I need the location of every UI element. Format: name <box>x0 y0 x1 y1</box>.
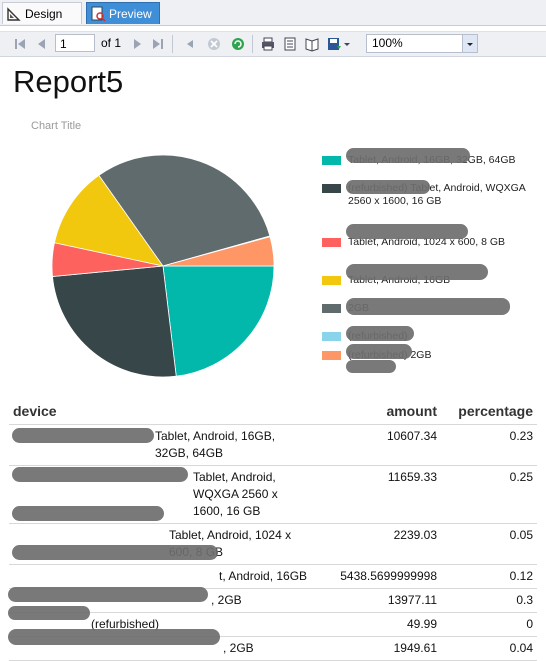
cell-percentage: 0.25 <box>441 465 537 524</box>
page-number-input[interactable]: 1 <box>55 34 95 52</box>
cell-percentage: 0.05 <box>441 523 537 565</box>
refresh-icon[interactable] <box>230 36 246 52</box>
view-tab-bar: Design Preview <box>0 0 546 26</box>
export-dropdown-icon[interactable] <box>343 36 351 52</box>
tab-preview[interactable]: Preview <box>86 2 160 24</box>
report-toolbar: 1 of 1 100% <box>0 31 546 57</box>
redaction-mark <box>12 545 218 560</box>
tab-design[interactable]: Design <box>2 2 82 24</box>
stop-icon[interactable] <box>206 36 222 52</box>
of-label: of <box>101 36 112 50</box>
first-page-icon[interactable] <box>12 36 28 52</box>
redaction-mark <box>346 180 430 194</box>
total-pages: 1 <box>114 36 122 50</box>
tab-design-label: Design <box>25 7 63 21</box>
chart-title: Chart Title <box>31 120 82 132</box>
redaction-mark <box>346 298 510 315</box>
preview-icon <box>91 6 106 22</box>
export-icon[interactable] <box>326 36 342 52</box>
cell-amount: 1949.61 <box>313 636 441 661</box>
cell-amount: 5438.5699999998 <box>313 564 441 589</box>
redaction-mark <box>12 506 164 521</box>
pie-slice <box>162 265 275 377</box>
toolbar-separator <box>172 35 173 53</box>
cell-device: t, Android, 16GB <box>9 564 313 589</box>
redaction-mark <box>346 344 412 359</box>
redaction-mark <box>346 148 470 163</box>
legend-swatch <box>322 351 341 360</box>
page-setup-icon[interactable] <box>304 36 320 52</box>
redaction-mark <box>8 606 90 620</box>
redaction-mark <box>12 428 154 443</box>
zoom-dropdown-button[interactable] <box>462 35 477 52</box>
legend-swatch <box>322 156 341 165</box>
cell-percentage: 0.12 <box>441 564 537 589</box>
redaction-mark <box>346 360 396 373</box>
cell-percentage: 0.3 <box>441 588 537 613</box>
legend-swatch <box>322 332 341 341</box>
table-row: t, Android, 16GB 5438.5699999998 0.12 <box>9 564 537 589</box>
cell-percentage: 0.23 <box>441 424 537 466</box>
redaction-mark <box>8 587 208 602</box>
chevron-down-icon <box>467 43 473 46</box>
cell-amount: 10607.34 <box>313 424 441 466</box>
header-percentage: percentage <box>441 400 537 425</box>
cell-amount: 49.99 <box>313 612 441 637</box>
legend-swatch <box>322 304 341 313</box>
cell-percentage: 0.04 <box>441 636 537 661</box>
toolbar-separator <box>252 35 253 53</box>
redaction-mark <box>346 326 414 341</box>
previous-page-icon[interactable] <box>33 36 49 52</box>
report-title: Report5 <box>13 64 124 99</box>
design-icon <box>7 7 21 21</box>
zoom-select[interactable]: 100% <box>366 34 478 53</box>
print-icon[interactable] <box>260 36 276 52</box>
table-header-row: device amount percentage <box>9 400 537 425</box>
cell-amount: 13977.11 <box>313 588 441 613</box>
pie-chart <box>51 154 275 378</box>
tab-preview-label: Preview <box>109 7 152 21</box>
legend-swatch <box>322 238 341 247</box>
legend-swatch <box>322 184 341 193</box>
cell-amount: 11659.33 <box>313 465 441 524</box>
back-icon[interactable] <box>182 36 198 52</box>
zoom-value: 100% <box>372 36 403 50</box>
redaction-mark <box>8 629 220 645</box>
pie-slice <box>52 265 177 378</box>
print-layout-icon[interactable] <box>282 36 298 52</box>
redaction-mark <box>12 467 188 482</box>
next-page-icon[interactable] <box>130 36 146 52</box>
legend-swatch <box>322 276 341 285</box>
cell-percentage: 0 <box>441 612 537 637</box>
page-count-label: of 1 <box>101 34 121 52</box>
cell-amount: 2239.03 <box>313 523 441 565</box>
header-amount: amount <box>313 400 441 425</box>
header-device: device <box>9 400 313 425</box>
redaction-mark <box>346 264 488 280</box>
redaction-mark <box>346 224 468 239</box>
last-page-icon[interactable] <box>150 36 166 52</box>
